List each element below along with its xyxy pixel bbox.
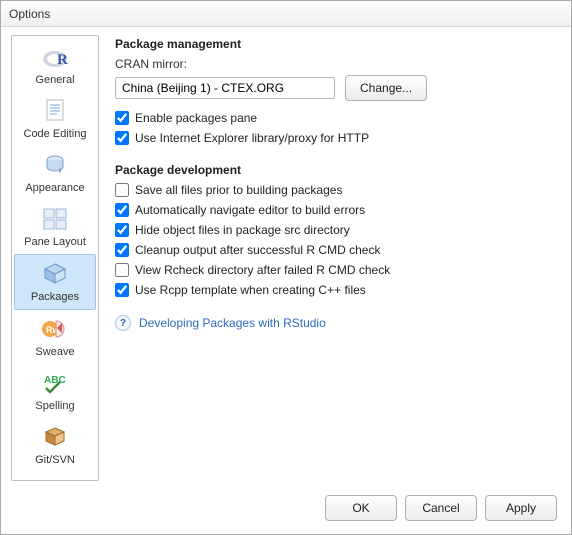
use-ie-proxy-label: Use Internet Explorer library/proxy for … [135, 131, 369, 145]
ok-button[interactable]: OK [325, 495, 397, 521]
use-rcpp-checkbox[interactable] [115, 283, 129, 297]
sidebar-item-label: Sweave [35, 346, 74, 358]
sidebar-item-spelling[interactable]: ABC Spelling [14, 364, 96, 418]
apply-button[interactable]: Apply [485, 495, 557, 521]
view-rcheck-row[interactable]: View Rcheck directory after failed R CMD… [115, 263, 557, 277]
cleanup-checkbox[interactable] [115, 243, 129, 257]
sidebar-item-general[interactable]: R General [14, 38, 96, 92]
save-all-label: Save all files prior to building package… [135, 183, 342, 197]
save-all-row[interactable]: Save all files prior to building package… [115, 183, 557, 197]
section-title-pkg-dev: Package development [115, 163, 557, 177]
auto-navigate-label: Automatically navigate editor to build e… [135, 203, 365, 217]
help-link-developing-packages[interactable]: Developing Packages with RStudio [139, 316, 326, 330]
cleanup-label: Cleanup output after successful R CMD ch… [135, 243, 380, 257]
help-icon: ? [115, 315, 131, 331]
hide-obj-checkbox[interactable] [115, 223, 129, 237]
sidebar-item-label: Packages [31, 291, 79, 303]
section-title-pkg-mgmt: Package management [115, 37, 557, 51]
options-sidebar: R General Code Editing Appearance Pane L… [11, 35, 99, 481]
sidebar-item-label: General [35, 74, 74, 86]
auto-navigate-row[interactable]: Automatically navigate editor to build e… [115, 203, 557, 217]
package-icon [39, 259, 71, 289]
cran-mirror-label: CRAN mirror: [115, 57, 557, 71]
main-panel: Package management CRAN mirror: Change..… [99, 35, 561, 481]
paint-bucket-icon [39, 150, 71, 180]
panes-icon [39, 204, 71, 234]
spellcheck-icon: ABC [39, 368, 71, 398]
cran-mirror-input[interactable] [115, 77, 335, 99]
sidebar-item-label: Spelling [35, 400, 74, 412]
document-icon [39, 96, 71, 126]
cleanup-row[interactable]: Cleanup output after successful R CMD ch… [115, 243, 557, 257]
hide-obj-label: Hide object files in package src directo… [135, 223, 350, 237]
sidebar-item-pane-layout[interactable]: Pane Layout [14, 200, 96, 254]
sidebar-item-sweave[interactable]: Rw Sweave [14, 310, 96, 364]
use-rcpp-row[interactable]: Use Rcpp template when creating C++ file… [115, 283, 557, 297]
use-rcpp-label: Use Rcpp template when creating C++ file… [135, 283, 366, 297]
svg-text:R: R [57, 52, 68, 68]
hide-obj-row[interactable]: Hide object files in package src directo… [115, 223, 557, 237]
view-rcheck-checkbox[interactable] [115, 263, 129, 277]
sidebar-item-label: Git/SVN [35, 454, 75, 466]
use-ie-proxy-row[interactable]: Use Internet Explorer library/proxy for … [115, 131, 557, 145]
sidebar-item-appearance[interactable]: Appearance [14, 146, 96, 200]
sweave-icon: Rw [39, 314, 71, 344]
window-title: Options [1, 1, 571, 27]
sidebar-item-label: Pane Layout [24, 236, 86, 248]
sidebar-item-label: Code Editing [24, 128, 87, 140]
r-logo-icon: R [39, 42, 71, 72]
enable-packages-pane-row[interactable]: Enable packages pane [115, 111, 557, 125]
sidebar-item-git-svn[interactable]: Git/SVN [14, 418, 96, 472]
use-ie-proxy-checkbox[interactable] [115, 131, 129, 145]
sidebar-item-code-editing[interactable]: Code Editing [14, 92, 96, 146]
change-mirror-button[interactable]: Change... [345, 75, 427, 101]
dialog-footer: OK Cancel Apply [1, 485, 571, 535]
enable-packages-pane-checkbox[interactable] [115, 111, 129, 125]
view-rcheck-label: View Rcheck directory after failed R CMD… [135, 263, 390, 277]
cancel-button[interactable]: Cancel [405, 495, 477, 521]
box-icon [39, 422, 71, 452]
enable-packages-pane-label: Enable packages pane [135, 111, 257, 125]
sidebar-item-label: Appearance [25, 182, 84, 194]
save-all-checkbox[interactable] [115, 183, 129, 197]
svg-text:ABC: ABC [44, 375, 66, 386]
auto-navigate-checkbox[interactable] [115, 203, 129, 217]
sidebar-item-packages[interactable]: Packages [14, 254, 96, 310]
